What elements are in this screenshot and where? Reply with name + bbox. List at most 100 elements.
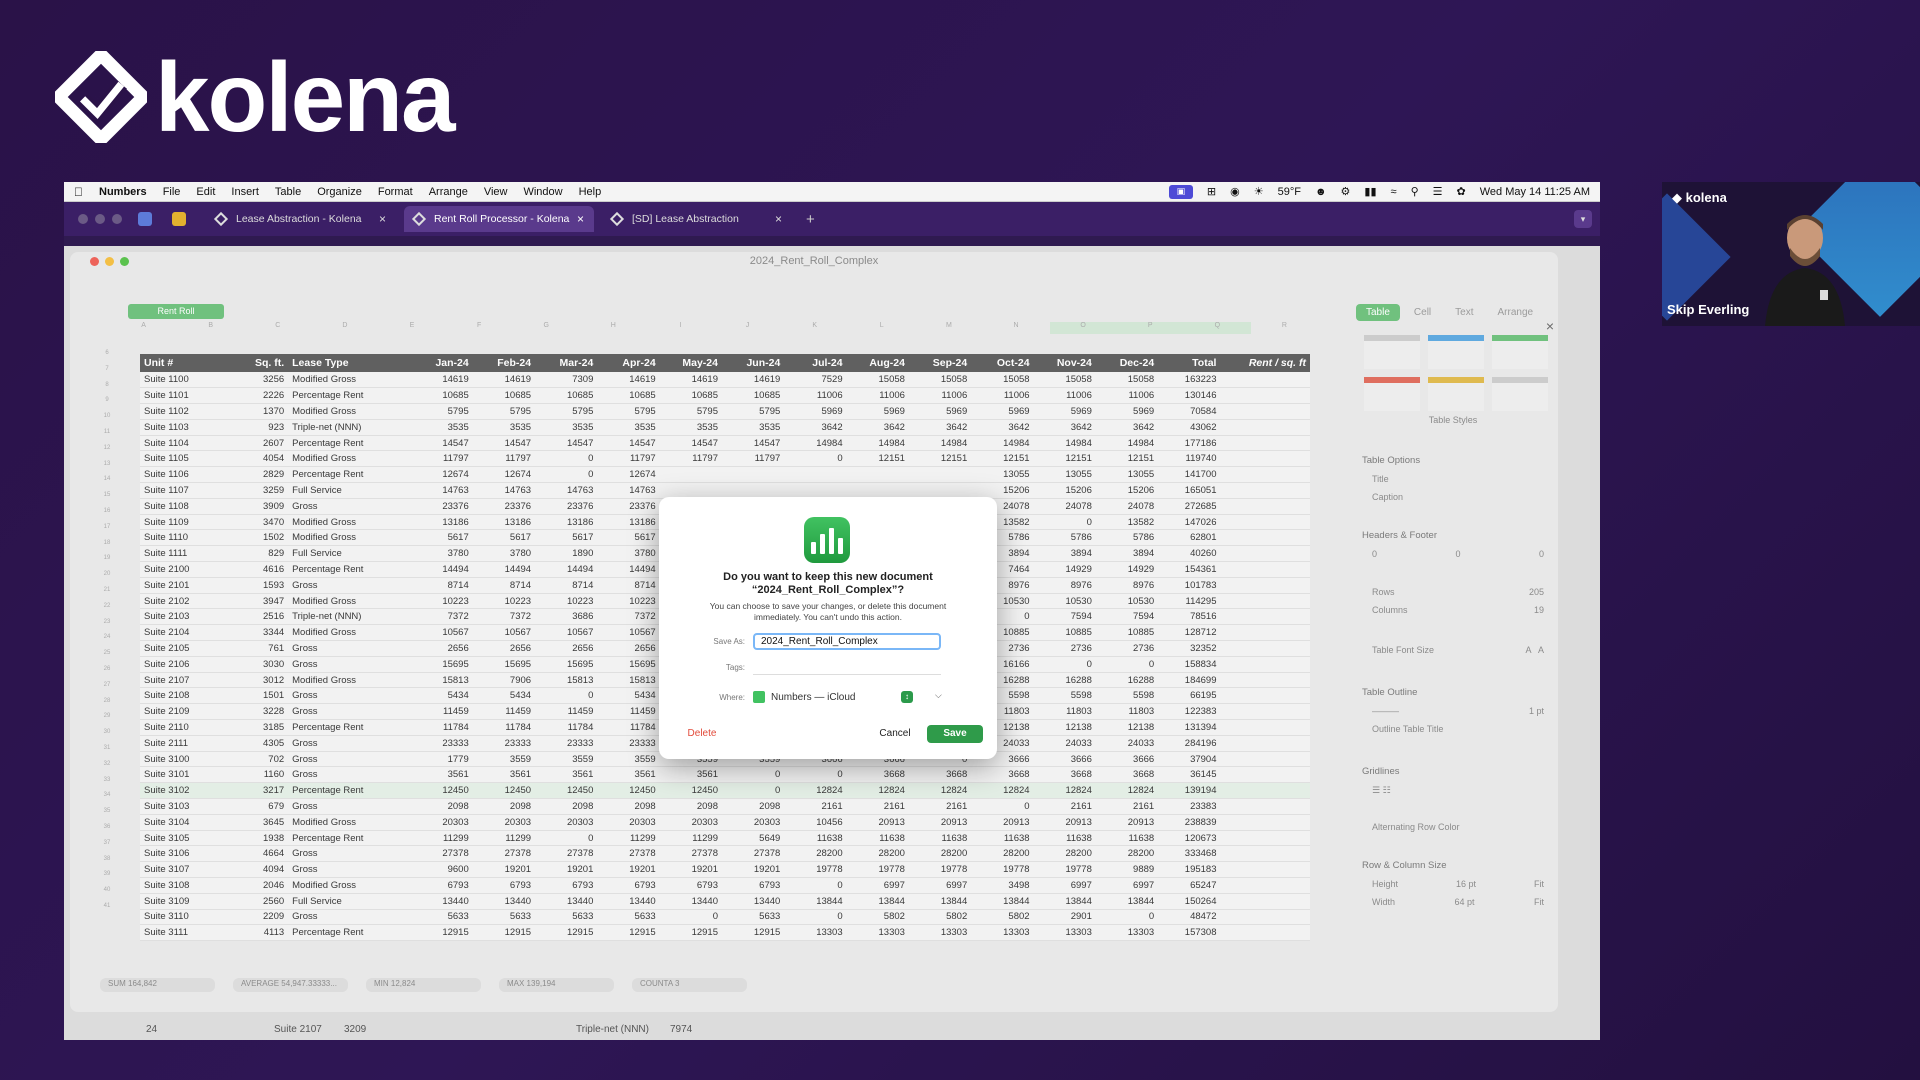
table-cell[interactable]: 3561 — [535, 766, 598, 784]
table-cell[interactable]: 19201 — [535, 861, 598, 878]
table-cell[interactable] — [784, 482, 847, 499]
table-cell[interactable]: 923 — [229, 419, 289, 436]
table-cell[interactable]: 13844 — [784, 893, 847, 910]
column-letter[interactable]: E — [378, 322, 445, 334]
table-cell[interactable]: 5969 — [908, 403, 972, 420]
table-cell[interactable]: 23383 — [1158, 798, 1221, 815]
table-cell[interactable]: 3686 — [535, 608, 598, 626]
table-cell[interactable]: 333468 — [1158, 845, 1221, 863]
table-style-swatch[interactable] — [1428, 335, 1484, 369]
table-cell[interactable]: Modified Gross — [288, 372, 411, 389]
table-cell[interactable]: 3947 — [229, 593, 289, 610]
menu-arrange[interactable]: Arrange — [429, 186, 468, 198]
table-cell[interactable]: 28200 — [971, 845, 1034, 863]
table-cell[interactable]: 158834 — [1158, 656, 1221, 673]
table-cell[interactable]: 14984 — [784, 435, 847, 452]
table-cell[interactable]: 23333 — [472, 735, 536, 752]
table-row[interactable]: Suite 1104 2607 Percentage Rent 14547 14547 1… — [140, 435, 1310, 452]
table-cell[interactable]: 1938 — [229, 830, 289, 847]
row-number[interactable]: 33 — [100, 773, 114, 789]
table-cell[interactable]: Suite 2105 — [140, 640, 230, 657]
table-cell[interactable]: Suite 1104 — [140, 435, 230, 452]
table-cell[interactable]: 284196 — [1158, 735, 1221, 752]
table-cell[interactable]: 7906 — [472, 672, 536, 689]
table-row[interactable]: Suite 3107 4094 Gross 9600 19201 19201 19201 19… — [140, 861, 1310, 878]
table-cell[interactable]: 147026 — [1158, 514, 1221, 531]
table-cell[interactable]: 3909 — [229, 498, 289, 515]
table-cell[interactable]: Suite 2107 — [140, 672, 230, 689]
table-cell[interactable]: 10567 — [597, 624, 660, 642]
table-cell[interactable]: Full Service — [288, 545, 411, 563]
table-cell[interactable]: 13303 — [1095, 924, 1159, 942]
weather-icon[interactable]: ☀ — [1254, 185, 1264, 198]
table-cell[interactable]: 2161 — [1095, 798, 1159, 815]
table-cell[interactable]: 0 — [784, 877, 847, 894]
table-cell[interactable]: 15206 — [1095, 482, 1159, 499]
table-cell[interactable]: 20913 — [846, 814, 909, 831]
close-tab-icon[interactable]: × — [379, 212, 386, 226]
table-row[interactable]: Suite 1101 2226 Percentage Rent 10685 10685 1… — [140, 387, 1310, 405]
menu-table[interactable]: Table — [275, 186, 301, 198]
table-cell[interactable]: 2607 — [229, 435, 289, 452]
table-cell[interactable]: 13844 — [908, 893, 972, 910]
table-cell[interactable]: 19778 — [846, 861, 909, 878]
table-cell[interactable]: Suite 3107 — [140, 861, 230, 878]
table-cell[interactable] — [1220, 766, 1310, 784]
column-letter[interactable]: J — [714, 322, 781, 334]
table-row[interactable]: Suite 3103 679 Gross 2098 2098 2098 2098 2098 20… — [140, 798, 1310, 815]
table-cell[interactable]: Modified Gross — [288, 672, 411, 689]
table-cell[interactable]: 11006 — [846, 387, 909, 405]
table-cell[interactable]: 7372 — [597, 608, 660, 626]
table-cell[interactable]: 3535 — [472, 419, 536, 436]
table-cell[interactable]: 12450 — [410, 782, 473, 800]
table-cell[interactable]: 165051 — [1158, 482, 1221, 499]
table-cell[interactable]: 15206 — [971, 482, 1034, 499]
outline-title-option[interactable]: Outline Table Title — [1348, 720, 1558, 738]
table-cell[interactable]: 12824 — [1095, 782, 1159, 800]
where-select[interactable]: Numbers — iCloud ↕ — [753, 689, 913, 705]
column-letter[interactable]: H — [580, 322, 647, 334]
table-cell[interactable]: Suite 1110 — [140, 529, 230, 547]
table-cell[interactable]: Suite 1103 — [140, 419, 230, 436]
table-cell[interactable]: 13303 — [908, 924, 972, 942]
row-number[interactable]: 25 — [100, 646, 114, 662]
table-cell[interactable]: 10885 — [1095, 624, 1159, 642]
table-cell[interactable]: 13440 — [410, 893, 473, 910]
table-row[interactable]: Suite 3106 4664 Gross 27378 27378 27378 27378 2… — [140, 845, 1310, 863]
table-cell[interactable]: 0 — [1095, 909, 1159, 926]
table-cell[interactable]: Suite 2101 — [140, 577, 230, 594]
table-cell[interactable]: Gross — [288, 687, 411, 705]
table-cell[interactable] — [784, 466, 847, 484]
table-cell[interactable]: 3642 — [1095, 419, 1159, 436]
table-cell[interactable] — [721, 466, 785, 484]
table-cell[interactable]: 2656 — [472, 640, 536, 657]
table-cell[interactable]: 23376 — [597, 498, 660, 515]
table-cell[interactable]: 1593 — [229, 577, 289, 594]
table-cell[interactable]: 0 — [971, 798, 1034, 815]
table-cell[interactable] — [1220, 466, 1310, 484]
table-cell[interactable]: 119740 — [1158, 450, 1221, 468]
table-cell[interactable]: 12151 — [1033, 450, 1096, 468]
table-cell[interactable]: 14619 — [597, 372, 660, 389]
table-cell[interactable] — [1220, 893, 1310, 910]
table-cell[interactable]: 10685 — [659, 387, 722, 405]
table-cell[interactable]: 11006 — [1033, 387, 1096, 405]
table-cell[interactable]: 11784 — [410, 719, 473, 736]
table-cell[interactable]: 7372 — [472, 608, 536, 626]
table-cell[interactable]: 14984 — [1095, 435, 1159, 452]
table-style-swatch[interactable] — [1492, 335, 1548, 369]
table-cell[interactable]: 13582 — [1095, 514, 1159, 531]
table-cell[interactable]: 2656 — [597, 640, 660, 657]
table-cell[interactable]: 11459 — [410, 703, 473, 721]
table-cell[interactable]: Suite 3103 — [140, 798, 230, 815]
row-number[interactable]: 40 — [100, 883, 114, 899]
table-cell[interactable]: 13303 — [971, 924, 1034, 942]
table-cell[interactable]: 2656 — [535, 640, 598, 657]
table-cell[interactable]: 3559 — [472, 751, 536, 768]
table-cell[interactable]: Gross — [288, 577, 411, 594]
table-cell[interactable]: 12824 — [846, 782, 909, 800]
table-cell[interactable]: Suite 3111 — [140, 924, 230, 942]
table-cell[interactable]: 177186 — [1158, 435, 1221, 452]
table-cell[interactable]: Suite 1107 — [140, 482, 230, 499]
column-header[interactable]: May-24 — [659, 354, 722, 372]
